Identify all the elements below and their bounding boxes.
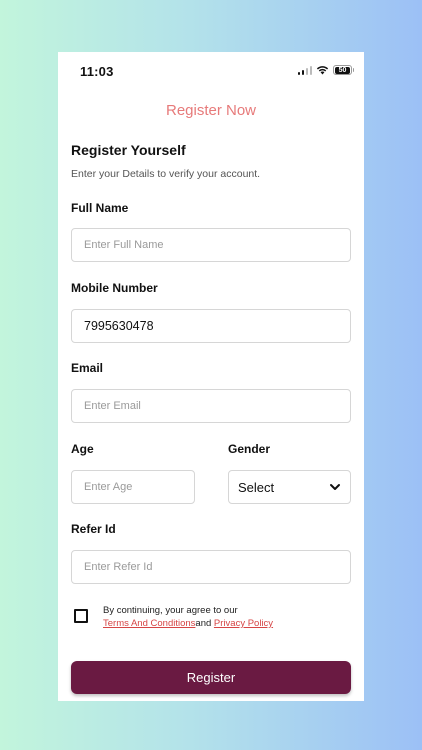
consent-lead: By continuing, your agree to our bbox=[103, 605, 238, 616]
signal-icon bbox=[297, 65, 312, 75]
status-icons: 50 bbox=[297, 65, 354, 75]
consent-and: and bbox=[195, 618, 212, 629]
email-placeholder: Enter Email bbox=[84, 400, 141, 412]
terms-link[interactable]: Terms And Conditions bbox=[103, 618, 195, 629]
mobile-number-input[interactable]: 7995630478 bbox=[71, 309, 351, 343]
mobile-number-label: Mobile Number bbox=[71, 281, 158, 295]
full-name-placeholder: Enter Full Name bbox=[84, 239, 164, 251]
register-button[interactable]: Register bbox=[71, 661, 351, 694]
status-time: 11:03 bbox=[80, 64, 114, 79]
battery-icon: 50 bbox=[333, 65, 354, 75]
privacy-link[interactable]: Privacy Policy bbox=[214, 618, 273, 629]
section-subtitle: Enter your Details to verify your accoun… bbox=[71, 168, 261, 180]
gender-label: Gender bbox=[228, 442, 271, 456]
refer-id-placeholder: Enter Refer Id bbox=[84, 561, 153, 573]
terms-checkbox[interactable] bbox=[74, 609, 88, 623]
chevron-down-icon bbox=[330, 484, 340, 490]
email-label: Email bbox=[71, 361, 104, 375]
full-name-label: Full Name bbox=[71, 201, 129, 215]
status-bar: 11:03 50 bbox=[58, 52, 364, 92]
age-placeholder: Enter Age bbox=[84, 481, 133, 493]
gender-select[interactable]: Select bbox=[228, 470, 351, 504]
refer-id-input[interactable]: Enter Refer Id bbox=[71, 550, 351, 584]
battery-level: 50 bbox=[335, 66, 350, 74]
refer-id-label: Refer Id bbox=[71, 522, 116, 536]
age-label: Age bbox=[71, 442, 94, 456]
mobile-number-value: 7995630478 bbox=[84, 319, 154, 333]
email-input[interactable]: Enter Email bbox=[71, 389, 351, 423]
page-title: Register Now bbox=[165, 102, 257, 119]
consent-links: Terms And Conditionsand Privacy Policy bbox=[103, 617, 273, 630]
full-name-input[interactable]: Enter Full Name bbox=[71, 228, 351, 262]
gender-select-value: Select bbox=[238, 479, 275, 495]
section-title: Register Yourself bbox=[71, 142, 186, 158]
app-screen: 11:03 50 Register Now Register Yourself … bbox=[58, 52, 364, 701]
age-input[interactable]: Enter Age bbox=[71, 470, 195, 504]
wifi-icon bbox=[316, 66, 329, 75]
consent-text: By continuing, your agree to our Terms A… bbox=[103, 604, 273, 630]
